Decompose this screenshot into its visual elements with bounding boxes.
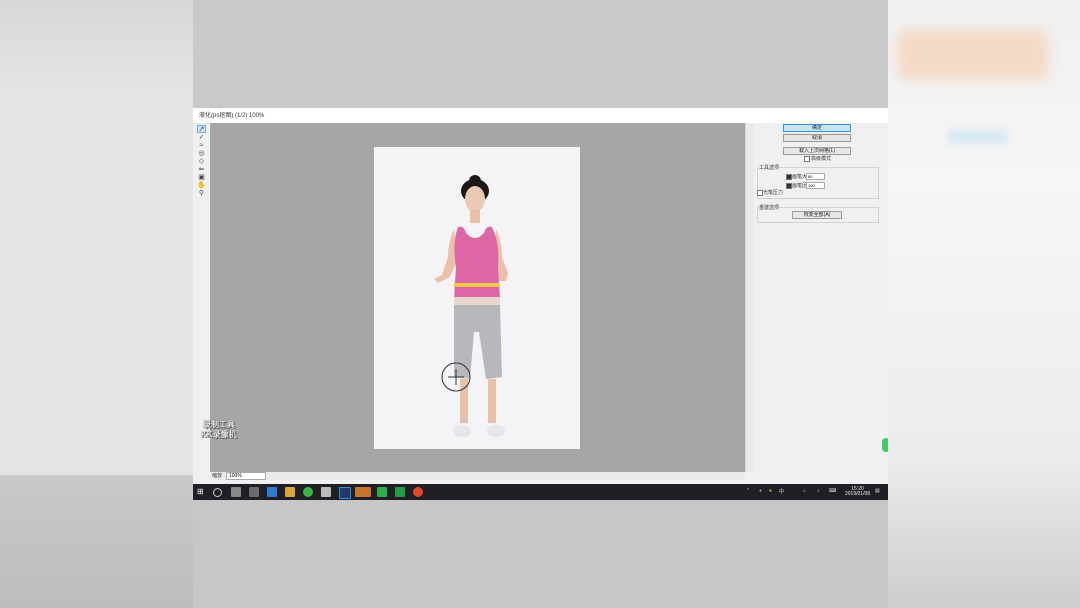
- pucker-tool-icon[interactable]: ◎: [197, 150, 206, 157]
- task-view-icon[interactable]: [231, 487, 241, 497]
- vertical-scrollbar[interactable]: [745, 123, 754, 472]
- zoom-tool-icon[interactable]: ⚲: [197, 190, 206, 197]
- smooth-tool-icon[interactable]: ≈: [197, 142, 206, 149]
- tray-up-arrow-icon[interactable]: ⌃: [746, 488, 750, 494]
- warp-tool-icon[interactable]: ↗: [197, 125, 206, 133]
- load-mesh-button[interactable]: 载入上次网格(L): [783, 147, 851, 155]
- hand-tool-icon[interactable]: ✋: [197, 182, 206, 189]
- liquify-titlebar: 液化(ps抠图) (1/2) 100%: [193, 108, 888, 124]
- desktop-screen: 液化(ps抠图) (1/2) 100% ↗ ✓ ≈ ◎ ◇ ⇐ ▣ ✋ ⚲ 缩放…: [193, 108, 888, 500]
- background-blur-right: [888, 0, 1080, 608]
- tray-app-icon-2[interactable]: ●: [769, 488, 772, 494]
- windows-taskbar: ⊞ ⌃ ● ● 中 ⌂ ♪ ⌨ 15:20 2019/01/08 ▤: [193, 484, 888, 500]
- zoom-label: 缩放: [212, 473, 223, 479]
- edge-browser-icon[interactable]: [267, 487, 277, 497]
- advanced-mode-label: 高级模式: [811, 156, 832, 162]
- background-orange-blob: [898, 30, 1048, 80]
- video-letterbox-top: [193, 0, 888, 108]
- tray-input-label[interactable]: 中: [779, 488, 784, 495]
- excel-icon[interactable]: [395, 487, 405, 497]
- background-band: [0, 95, 193, 475]
- notification-icon[interactable]: ▤: [875, 488, 880, 494]
- cancel-button[interactable]: 取消: [783, 134, 851, 142]
- tool-options-heading: 工具选项: [759, 164, 780, 171]
- app-icon-1[interactable]: [249, 487, 259, 497]
- reconstruct-options-heading: 重建选项: [759, 204, 780, 211]
- push-left-tool-icon[interactable]: ⇐: [197, 166, 206, 173]
- store-icon[interactable]: [321, 487, 331, 497]
- active-app-icon[interactable]: [355, 487, 371, 497]
- advanced-mode-checkbox[interactable]: [804, 156, 810, 162]
- video-letterbox-bottom: [193, 500, 888, 608]
- stylus-pressure-label: 光笔压力: [763, 190, 784, 196]
- restore-all-button[interactable]: 恢复全部(A): [792, 211, 842, 219]
- brush-pressure-input[interactable]: 100: [806, 182, 825, 189]
- tray-app-icon[interactable]: ●: [759, 488, 762, 494]
- ok-button[interactable]: 确定: [783, 124, 851, 132]
- browser-icon[interactable]: [303, 487, 313, 497]
- freeze-mask-tool-icon[interactable]: ▣: [197, 174, 206, 181]
- watermark-line2: KK录像机: [201, 430, 237, 439]
- wechat-icon[interactable]: [377, 487, 387, 497]
- volume-icon[interactable]: ♪: [817, 488, 820, 494]
- clock-date: 2019/01/08: [845, 491, 871, 497]
- network-icon[interactable]: ⌂: [803, 488, 806, 494]
- floating-widget[interactable]: [882, 438, 888, 452]
- photo-image[interactable]: [374, 147, 580, 449]
- zoom-dropdown[interactable]: 100%: [226, 472, 266, 480]
- start-windows-icon[interactable]: ⊞: [197, 487, 207, 497]
- options-panel: 确定 取消 载入上次网格(L) 高级模式 工具选项 画笔大小: 80 画笔压力:…: [754, 123, 888, 483]
- background-blur-left: [0, 0, 193, 608]
- recorder-icon[interactable]: [413, 487, 423, 497]
- cortana-circle-icon[interactable]: [213, 488, 222, 497]
- reconstruct-tool-icon[interactable]: ✓: [197, 134, 206, 141]
- person-figure: [434, 175, 508, 437]
- liquify-canvas[interactable]: [210, 123, 745, 472]
- watermark-line1: 录制工具: [203, 420, 235, 429]
- file-explorer-icon[interactable]: [285, 487, 295, 497]
- taskbar-clock[interactable]: 15:20 2019/01/08: [845, 487, 870, 497]
- background-blue-blob: [948, 130, 1008, 144]
- ime-icon[interactable]: ⌨: [829, 488, 836, 494]
- photoshop-icon[interactable]: [339, 487, 351, 499]
- brush-size-input[interactable]: 80: [806, 173, 825, 180]
- bloat-tool-icon[interactable]: ◇: [197, 158, 206, 165]
- window-title: 液化(ps抠图) (1/2) 100%: [199, 113, 265, 119]
- zoom-status: 缩放 100%: [210, 472, 320, 480]
- recorder-watermark: 录制工具 KK录像机: [201, 420, 237, 440]
